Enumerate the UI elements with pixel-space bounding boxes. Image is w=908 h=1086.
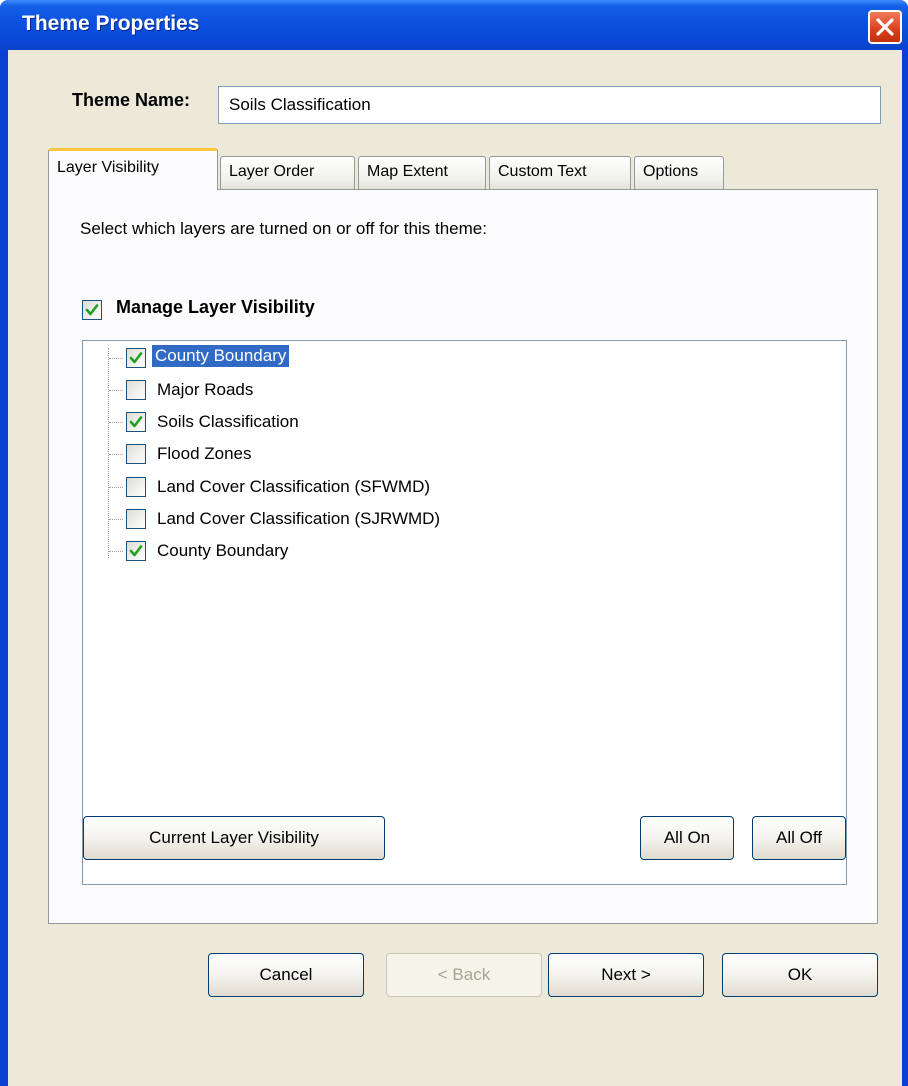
tree-branch xyxy=(109,358,123,359)
layer-checkbox-county-boundary[interactable] xyxy=(126,348,146,368)
tree-branch xyxy=(109,487,123,488)
theme-name-label: Theme Name: xyxy=(72,90,191,110)
layer-label[interactable]: County Boundary xyxy=(154,540,291,562)
layer-label[interactable]: Soils Classification xyxy=(154,411,302,433)
layer-checkbox-soils-classification[interactable] xyxy=(126,412,146,432)
tree-branch xyxy=(109,390,123,391)
layer-checkbox-land-cover-sjrwmd[interactable] xyxy=(126,509,146,529)
checkmark-icon xyxy=(129,416,143,428)
tab-map-extent[interactable]: Map Extent xyxy=(358,156,486,190)
checkmark-icon xyxy=(129,352,143,364)
tab-options[interactable]: Options xyxy=(634,156,724,190)
tab-layer-visibility[interactable]: Layer Visibility xyxy=(48,148,218,190)
layer-label[interactable]: Major Roads xyxy=(154,379,256,401)
checkmark-icon xyxy=(129,545,143,557)
back-button[interactable]: < Back xyxy=(386,953,542,997)
manage-layer-visibility-label: Manage Layer Visibility xyxy=(116,297,315,317)
all-on-button[interactable]: All On xyxy=(640,816,734,860)
cancel-button[interactable]: Cancel xyxy=(208,953,364,997)
layer-checkbox-county-boundary-2[interactable] xyxy=(126,541,146,561)
tree-branch xyxy=(109,422,123,423)
manage-layer-visibility-checkbox[interactable] xyxy=(82,300,102,320)
instructions-text: Select which layers are turned on or off… xyxy=(80,219,487,238)
layer-label[interactable]: Land Cover Classification (SJRWMD) xyxy=(154,508,443,530)
layer-label[interactable]: County Boundary xyxy=(152,345,290,367)
tree-branch xyxy=(109,519,123,520)
tree-branch xyxy=(109,454,123,455)
checkmark-icon xyxy=(85,304,99,316)
close-button[interactable] xyxy=(868,10,902,44)
ok-button[interactable]: OK xyxy=(722,953,878,997)
all-off-button[interactable]: All Off xyxy=(752,816,846,860)
next-button[interactable]: Next > xyxy=(548,953,704,997)
layer-checkbox-land-cover-sfwmd[interactable] xyxy=(126,477,146,497)
window-title: Theme Properties xyxy=(22,12,200,35)
layer-label[interactable]: Land Cover Classification (SFWMD) xyxy=(154,476,433,498)
tab-custom-text[interactable]: Custom Text xyxy=(489,156,631,190)
layer-checkbox-major-roads[interactable] xyxy=(126,380,146,400)
theme-name-input[interactable]: Soils Classification xyxy=(218,86,881,124)
tab-layer-order[interactable]: Layer Order xyxy=(220,156,355,190)
layer-checkbox-flood-zones[interactable] xyxy=(126,444,146,464)
tree-connector-line xyxy=(108,348,109,558)
tree-branch xyxy=(109,551,123,552)
title-bar[interactable]: Theme Properties xyxy=(0,0,908,50)
close-icon xyxy=(876,18,894,36)
current-layer-visibility-button[interactable]: Current Layer Visibility xyxy=(83,816,385,860)
layer-label[interactable]: Flood Zones xyxy=(154,443,255,465)
